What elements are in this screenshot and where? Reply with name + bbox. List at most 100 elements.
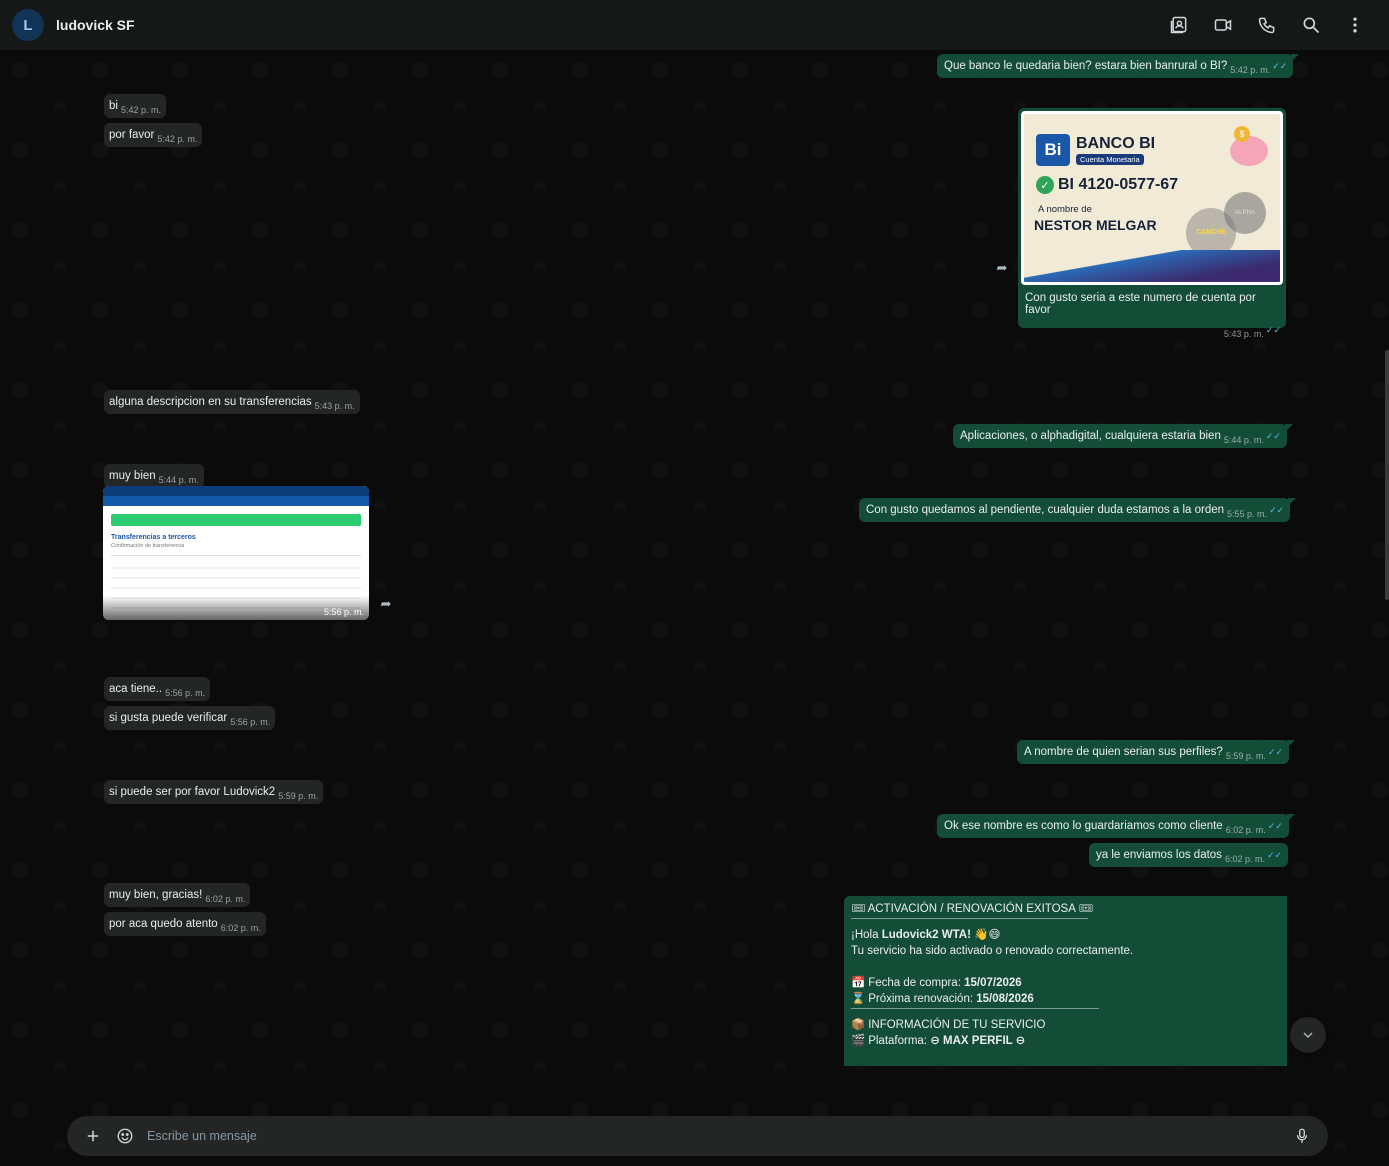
message-text: alguna descripcion en su transferencias (109, 396, 312, 408)
scroll-to-bottom-button[interactable] (1290, 1017, 1326, 1053)
message-text: Ok ese nombre es como lo guardariamos co… (944, 820, 1223, 832)
owner-label: A nombre de (1038, 204, 1092, 215)
message-incoming[interactable]: si gusta puede verificar 5:56 p. m. (104, 706, 276, 730)
read-tick-icon: ✓✓ (1265, 431, 1281, 441)
phone-icon (1258, 17, 1275, 34)
forward-icon[interactable]: ➦ (992, 258, 1012, 278)
message-time: 6:02 p. m. (1224, 854, 1265, 864)
ticket-icon: 🎟 (1078, 903, 1094, 915)
message-outgoing[interactable]: Aplicaciones, o alphadigital, cualquiera… (953, 424, 1293, 448)
message-incoming[interactable]: muy bien, gracias! 6:02 p. m. (104, 883, 251, 907)
message-time: 5:59 p. m. (1225, 751, 1266, 761)
bank-title: BANCO BI (1076, 135, 1156, 152)
screenshot-divider (111, 555, 361, 556)
message-input[interactable] (147, 1129, 1286, 1143)
message-time: 5:42 p. m. (120, 105, 161, 115)
message-time: 5:43 p. m. (1223, 329, 1264, 339)
message-text: muy bien (109, 470, 156, 482)
read-tick-icon: ✓✓ (1267, 821, 1283, 831)
chat-header: L ludovick SF (0, 0, 1389, 50)
message-composer (67, 1116, 1328, 1156)
image-message-outgoing[interactable]: Bi BANCO BI Cuenta Monetaria $ ✓ BI 4120… (1018, 108, 1286, 339)
screenshot-success-banner (111, 514, 361, 526)
message-incoming[interactable]: por aca quedo atento 6:02 p. m. (104, 912, 266, 936)
sticker-button[interactable] (109, 1120, 141, 1152)
calendar-icon: 📅 (851, 977, 866, 989)
message-text: A nombre de quien serian sus perfiles? (1024, 746, 1223, 758)
message-text: aca tiene.. (109, 683, 163, 695)
message-text: por aca quedo atento (109, 918, 218, 930)
contact-card-button[interactable] (1157, 3, 1201, 47)
greeting-prefix: ¡Hola (851, 929, 882, 941)
message-time: 5:59 p. m. (278, 791, 319, 801)
message-incoming[interactable]: bi 5:42 p. m. (104, 94, 166, 118)
screenshot-title: Transferencias a terceros (111, 534, 196, 541)
divider (851, 1008, 1099, 1009)
message-text: bi (109, 100, 118, 112)
read-tick-icon: ✓✓ (1267, 747, 1283, 757)
wave-icon: 👋😄 (974, 929, 1001, 941)
greeting-name: Ludovick2 WTA! (881, 929, 971, 941)
voice-message-button[interactable] (1286, 1120, 1318, 1152)
purchase-label: Fecha de compra: (868, 977, 965, 989)
search-button[interactable] (1289, 3, 1333, 47)
owner-name: NESTOR MELGAR (1034, 217, 1157, 233)
header-actions (1157, 3, 1377, 47)
screenshot-nav (103, 496, 369, 506)
banco-bi-logo: Bi (1036, 134, 1070, 166)
chevron-down-icon (1303, 1032, 1313, 1038)
service-title: INFORMACIÓN DE TU SERVICIO (868, 1019, 1046, 1031)
contact-name[interactable]: ludovick SF (56, 17, 135, 33)
message-time: 6:02 p. m. (220, 923, 261, 933)
bank-subtitle: Cuenta Monetaria (1076, 154, 1144, 165)
screenshot-subtitle: Confirmación de transferencia (111, 543, 185, 549)
message-text: Aplicaciones, o alphadigital, cualquiera… (960, 430, 1221, 442)
renewal-date: 15/08/2026 (976, 993, 1034, 1005)
message-incoming[interactable]: aca tiene.. 5:56 p. m. (104, 677, 211, 701)
attach-button[interactable] (77, 1120, 109, 1152)
purchase-date: 15/07/2026 (964, 977, 1022, 989)
message-time: 5:44 p. m. (1223, 435, 1264, 445)
message-outgoing[interactable]: A nombre de quien serian sus perfiles? 5:… (1017, 740, 1295, 764)
avatar[interactable]: L (12, 9, 44, 41)
transfer-screenshot-image[interactable]: Transferencias a terceros Confirmación d… (103, 486, 369, 620)
read-tick-icon: ✓✓ (1265, 325, 1281, 335)
message-time: 5:55 p. m. (1227, 509, 1268, 519)
message-text: muy bien, gracias! (109, 889, 203, 901)
sticker-icon (117, 1128, 133, 1144)
renewal-label: Próxima renovación: (868, 993, 977, 1005)
contact-card-icon (1170, 16, 1187, 34)
message-time: 5:56 p. m. (165, 688, 206, 698)
greeting-line: Tu servicio ha sido activado o renovado … (851, 945, 1134, 957)
message-incoming[interactable]: por favor 5:42 p. m. (104, 123, 203, 147)
message-outgoing[interactable]: Que banco le quedaria bien? estara bien … (937, 54, 1300, 78)
activation-message-outgoing[interactable]: 🎟 ACTIVACIÓN / RENOVACIÓN EXITOSA 🎟 ¡Hol… (844, 896, 1287, 1066)
message-time: 5:56 p. m. (323, 607, 364, 617)
video-call-button[interactable] (1201, 3, 1245, 47)
message-text: Con gusto quedamos al pendiente, cualqui… (866, 504, 1225, 516)
voice-call-button[interactable] (1245, 3, 1289, 47)
search-icon (1303, 17, 1320, 34)
bank-account-image[interactable]: Bi BANCO BI Cuenta Monetaria $ ✓ BI 4120… (1021, 111, 1283, 285)
message-outgoing[interactable]: ya le enviamos los datos 6:02 p. m. ✓✓ (1089, 843, 1289, 867)
message-text: ya le enviamos los datos (1096, 849, 1222, 861)
scrollbar[interactable] (1385, 350, 1389, 600)
platform-label: Plataforma: (868, 1035, 931, 1047)
message-outgoing[interactable]: Ok ese nombre es como lo guardariamos co… (937, 814, 1295, 838)
forward-icon[interactable]: ➦ (376, 594, 396, 614)
check-circle-icon: ✓ (1036, 176, 1054, 194)
message-outgoing[interactable]: Con gusto quedamos al pendiente, cualqui… (859, 498, 1297, 522)
message-incoming[interactable]: muy bien 5:44 p. m. (104, 464, 204, 488)
message-incoming[interactable]: alguna descripcion en su transferencias 5… (104, 390, 360, 414)
bank-account-number: BI 4120-0577-67 (1058, 176, 1179, 193)
platform-value: ⊖ MAX PERFIL ⊖ (930, 1035, 1026, 1047)
read-tick-icon: ✓✓ (1266, 850, 1283, 860)
message-text: Que banco le quedaria bien? estara bien … (944, 60, 1228, 72)
screenshot-topbar (103, 486, 369, 496)
package-icon: 📦 (851, 1019, 866, 1031)
video-camera-icon (1214, 19, 1232, 31)
message-incoming[interactable]: si puede ser por favor Ludovick2 5:59 p. … (104, 780, 324, 804)
activation-title: ACTIVACIÓN / RENOVACIÓN EXITOSA (867, 903, 1076, 915)
menu-button[interactable] (1333, 3, 1377, 47)
message-time: 5:56 p. m. (230, 717, 271, 727)
